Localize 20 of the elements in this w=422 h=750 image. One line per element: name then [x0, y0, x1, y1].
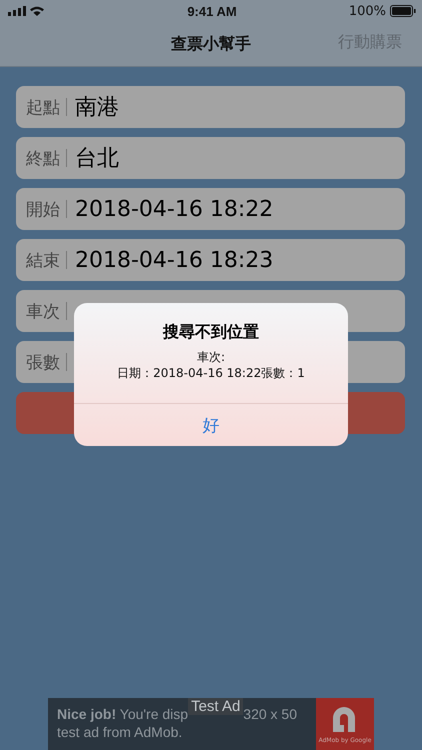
battery-percent: 100%: [348, 4, 386, 18]
field-label: 終點: [26, 148, 60, 170]
field-label: 張數: [26, 352, 60, 374]
ad-text: 320 x 50: [243, 706, 298, 722]
status-time: 9:41 AM: [187, 4, 237, 18]
test-ad-badge: Test Ad: [188, 698, 244, 715]
field-value: 台北: [75, 145, 119, 173]
field-value: 2018-04-16 18:22: [75, 196, 274, 222]
alert-message: 車次:: [196, 349, 226, 365]
alert-message: 日期：2018-04-16 18:22張數：1: [117, 365, 305, 381]
field-value: 南港: [75, 94, 119, 122]
field-value: 2018-04-16 18:23: [75, 248, 274, 272]
field-label: 結束: [26, 250, 60, 272]
field-label: 起點: [26, 96, 60, 118]
ad-text: test ad from AdMob.: [57, 724, 184, 740]
field-label: 開始: [26, 198, 60, 220]
alert-title: 搜尋不到位置: [163, 322, 259, 343]
ad-text: Nice job! You're disp: [57, 706, 188, 722]
field-label: 車次: [26, 300, 60, 322]
nav-title: 查票小幫手: [171, 34, 251, 54]
